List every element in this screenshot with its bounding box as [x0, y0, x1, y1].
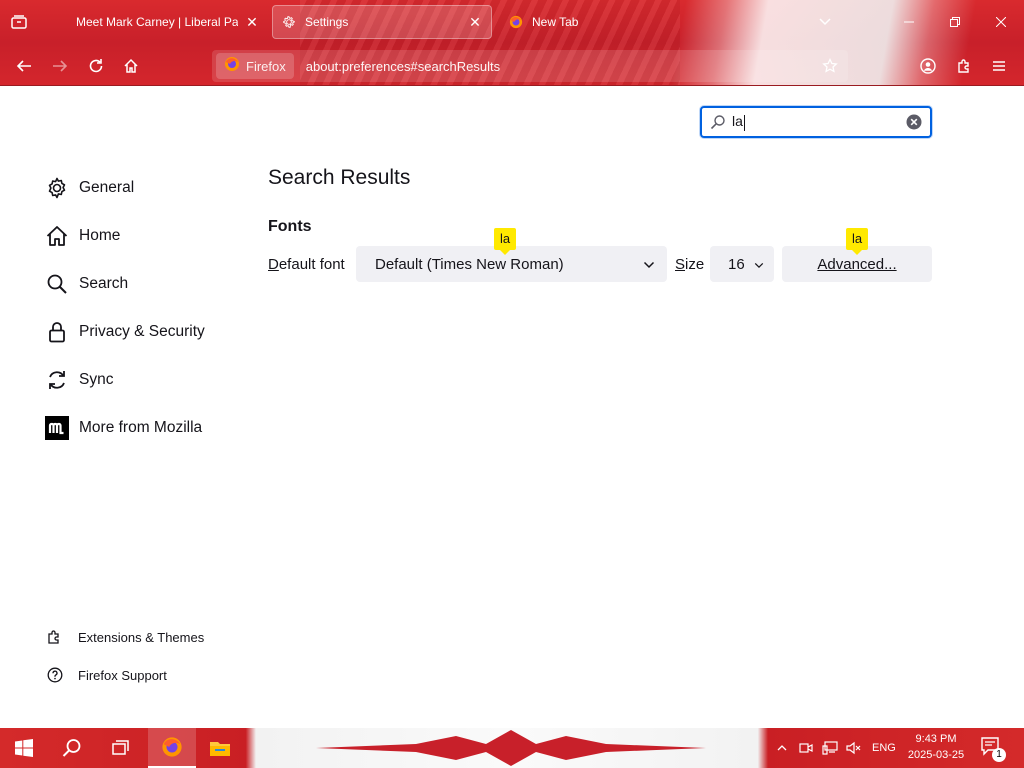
- tab-settings[interactable]: Settings ✕: [272, 5, 492, 39]
- bookmark-star-icon[interactable]: [818, 54, 842, 78]
- volume-muted-icon[interactable]: [842, 728, 866, 768]
- puzzle-icon: [46, 628, 64, 646]
- font-size-label: Size: [675, 256, 705, 273]
- search-results-pane: Search Results Fonts Default font Defaul…: [268, 166, 948, 282]
- sidebar-item-label: Search: [79, 275, 129, 292]
- search-icon: [44, 271, 70, 297]
- task-view-icon[interactable]: [96, 728, 144, 768]
- home-icon: [44, 223, 70, 249]
- extensions-themes-link[interactable]: Extensions & Themes: [46, 618, 246, 656]
- window-controls: [886, 0, 1024, 44]
- sidebar-item-general[interactable]: General: [44, 164, 244, 212]
- restore-button[interactable]: [932, 0, 978, 44]
- account-icon[interactable]: [914, 52, 942, 80]
- default-font-label: Default font: [268, 256, 345, 273]
- sidebar-footer: Extensions & Themes Firefox Support: [46, 618, 246, 694]
- notification-count-badge: 1: [992, 748, 1006, 762]
- sidebar-item-search[interactable]: Search: [44, 260, 244, 308]
- gear-icon: [281, 14, 297, 30]
- sidebar-item-label: Home: [79, 227, 121, 244]
- close-window-button[interactable]: [978, 0, 1024, 44]
- meet-now-icon[interactable]: [794, 728, 818, 768]
- clear-search-icon[interactable]: [906, 114, 922, 130]
- mozilla-m-icon: [44, 415, 70, 441]
- sidebar-item-label: More from Mozilla: [79, 419, 203, 436]
- sidebar-item-sync[interactable]: Sync: [44, 356, 244, 404]
- tab-title: Settings: [305, 15, 349, 29]
- windows-taskbar: ENG 9:43 PM 2025-03-25 1: [0, 728, 1024, 768]
- sidebar-item-home[interactable]: Home: [44, 212, 244, 260]
- search-icon[interactable]: [48, 728, 96, 768]
- menu-icon[interactable]: [985, 52, 1013, 80]
- url-text[interactable]: about:preferences#searchResults: [306, 59, 818, 74]
- page-title: Search Results: [268, 166, 411, 189]
- show-hidden-icons-icon[interactable]: [770, 728, 794, 768]
- wallpaper-art: [316, 730, 706, 766]
- settings-search-input[interactable]: la: [732, 113, 906, 130]
- close-tab-icon[interactable]: ✕: [467, 14, 483, 30]
- search-match-tooltip: la: [494, 228, 517, 255]
- sidebar-item-label: Privacy & Security: [79, 323, 205, 340]
- footer-item-label: Firefox Support: [78, 667, 167, 683]
- clock-time: 9:43 PM: [915, 733, 957, 745]
- clock-date: 2025-03-25: [907, 749, 965, 761]
- tab-list-icon[interactable]: [8, 12, 30, 32]
- firefox-icon: [224, 56, 240, 77]
- sync-icon: [44, 367, 70, 393]
- identity-label: Firefox: [246, 58, 286, 74]
- default-font-value: Default (Times New Roman): [375, 255, 564, 273]
- network-icon[interactable]: [818, 728, 842, 768]
- gear-icon: [44, 175, 70, 201]
- search-match-tooltip: la: [846, 228, 869, 255]
- tab-title: New Tab: [532, 15, 579, 29]
- forward-icon[interactable]: [46, 52, 74, 80]
- browser-toolbar: Meet Mark Carney | Liberal Party of Cana…: [0, 0, 1024, 86]
- firefox-icon: [508, 14, 524, 30]
- home-icon[interactable]: [117, 52, 145, 80]
- fonts-section-heading: Fonts: [268, 218, 312, 235]
- reload-icon[interactable]: [82, 52, 110, 80]
- default-font-row: Default font Default (Times New Roman) l…: [268, 228, 948, 282]
- chevron-down-icon: [643, 256, 655, 273]
- footer-item-label: Extensions & Themes: [78, 629, 205, 645]
- sidebar-item-more-from-mozilla[interactable]: More from Mozilla: [44, 404, 244, 452]
- input-language[interactable]: ENG: [872, 742, 896, 754]
- tab-title: Meet Mark Carney | Liberal Party of Cana…: [76, 15, 238, 29]
- lock-icon: [44, 319, 70, 345]
- file-explorer-icon[interactable]: [196, 728, 244, 768]
- settings-page: la General Home Search Privacy & Securit…: [0, 86, 1024, 728]
- firefox-support-link[interactable]: Firefox Support: [46, 656, 246, 694]
- identity-box[interactable]: Firefox: [216, 53, 294, 79]
- taskbar-clock[interactable]: 9:43 PM 2025-03-25: [898, 731, 974, 763]
- navigation-bar: Firefox about:preferences#searchResults: [0, 44, 1024, 85]
- help-icon: [46, 666, 64, 684]
- url-bar[interactable]: Firefox about:preferences#searchResults: [212, 50, 848, 82]
- extensions-icon[interactable]: [950, 52, 978, 80]
- default-font-select[interactable]: Default (Times New Roman): [356, 246, 667, 282]
- tab-strip: Meet Mark Carney | Liberal Party of Cana…: [0, 0, 1024, 44]
- font-size-select[interactable]: 16: [710, 246, 774, 282]
- search-icon: [710, 114, 726, 130]
- sidebar-item-label: General: [79, 179, 135, 196]
- system-tray: ENG: [770, 728, 904, 768]
- back-icon[interactable]: [10, 52, 38, 80]
- minimize-button[interactable]: [886, 0, 932, 44]
- close-tab-icon[interactable]: ✕: [244, 14, 260, 30]
- chevron-down-icon: [754, 256, 764, 273]
- windows-start-icon[interactable]: [0, 728, 48, 768]
- settings-search-field[interactable]: la: [700, 106, 932, 138]
- firefox-taskbar-icon[interactable]: [148, 728, 196, 768]
- tab-new-tab[interactable]: New Tab: [500, 5, 630, 39]
- tab-liberal-party[interactable]: Meet Mark Carney | Liberal Party of Cana…: [62, 5, 268, 39]
- sidebar-item-label: Sync: [79, 371, 114, 388]
- sidebar-item-privacy[interactable]: Privacy & Security: [44, 308, 244, 356]
- settings-categories: General Home Search Privacy & Security S…: [44, 164, 244, 452]
- chevron-down-icon[interactable]: [814, 12, 836, 32]
- font-size-value: 16: [728, 255, 745, 273]
